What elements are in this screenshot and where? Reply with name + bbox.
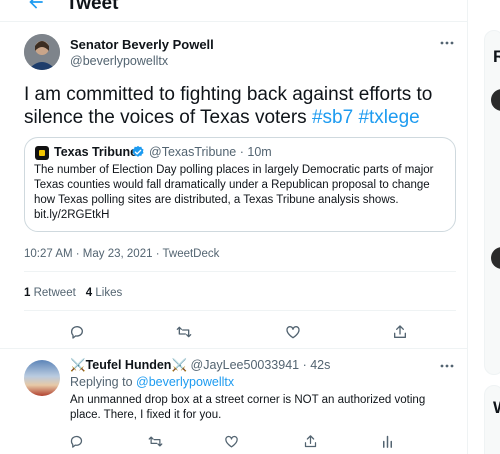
page-header: Tweet (0, 0, 468, 22)
verified-icon (132, 145, 144, 157)
like-icon[interactable] (224, 434, 239, 449)
reply-author-meta[interactable]: @JayLee50033941 · 42s (191, 358, 331, 372)
page-title: Tweet (66, 0, 119, 14)
hashtag-link[interactable]: #sb7 (312, 107, 353, 128)
share-icon[interactable] (303, 434, 318, 449)
like-icon[interactable] (285, 324, 301, 340)
more-icon[interactable] (440, 360, 454, 372)
share-icon[interactable] (392, 324, 408, 340)
tweet-stats: 1 Retweet 4 Likes (24, 286, 122, 300)
retweet-label: Retweet (33, 287, 76, 299)
retweet-icon[interactable] (176, 324, 192, 340)
retweet-stat[interactable]: 1 Retweet (24, 287, 76, 299)
tweet-detail-column: Tweet Senator Beverly Powell @beverlypow… (0, 0, 468, 454)
analytics-icon[interactable] (380, 434, 395, 449)
quote-author-name: Texas Tribune (54, 145, 138, 159)
sidebar-panel[interactable]: W (484, 385, 500, 454)
header-divider (0, 21, 468, 22)
retweet-count: 1 (24, 287, 31, 299)
reply-author-name[interactable]: ⚔️Teufel Hunden⚔️ (70, 358, 187, 372)
author-name[interactable]: Senator Beverly Powell (70, 37, 214, 52)
back-arrow-icon[interactable] (26, 0, 46, 12)
like-count: 4 (85, 287, 93, 299)
quoted-tweet-card[interactable]: Texas Tribune @TexasTribune · 10m The nu… (24, 137, 456, 232)
hashtag-link[interactable]: #txlege (358, 107, 419, 128)
sidebar-avatar (491, 247, 500, 269)
sidebar-heading-letter: R (493, 47, 500, 66)
quote-text: The number of Election Day polling place… (34, 164, 434, 221)
reply-header: ⚔️Teufel Hunden⚔️ @JayLee50033941 · 42s (70, 358, 330, 373)
mention-link[interactable]: @beverlypowelltx (136, 375, 234, 389)
texas-tribune-avatar (35, 146, 49, 160)
reply-icon[interactable] (69, 434, 84, 449)
retweet-icon[interactable] (148, 434, 163, 449)
divider (24, 310, 456, 311)
sidebar-heading-letter: W (493, 398, 500, 418)
author-photo (24, 34, 60, 70)
quote-author-meta: @TexasTribune · 10m (149, 145, 272, 159)
reply-text: An unmanned drop box at a street corner … (70, 394, 426, 421)
reply-icon[interactable] (69, 324, 85, 340)
author-handle[interactable]: @beverlypowelltx (70, 54, 168, 69)
like-stat[interactable]: 4 Likes (86, 287, 122, 299)
more-icon[interactable] (440, 37, 454, 49)
sidebar-avatar (491, 89, 500, 111)
like-label: Likes (95, 287, 123, 299)
divider (24, 271, 456, 272)
author-avatar[interactable] (24, 34, 60, 70)
reply-author-avatar[interactable] (24, 360, 60, 396)
tweet-text: I am committed to fighting back against … (24, 83, 464, 129)
divider (0, 348, 468, 349)
sidebar-panel[interactable]: R (484, 30, 500, 375)
tweet-timestamp[interactable]: 10:27 AM · May 23, 2021 · TweetDeck (24, 247, 219, 261)
replying-to-prefix: Replying to (70, 375, 137, 389)
replying-to: Replying to @beverlypowelltx (70, 375, 234, 390)
